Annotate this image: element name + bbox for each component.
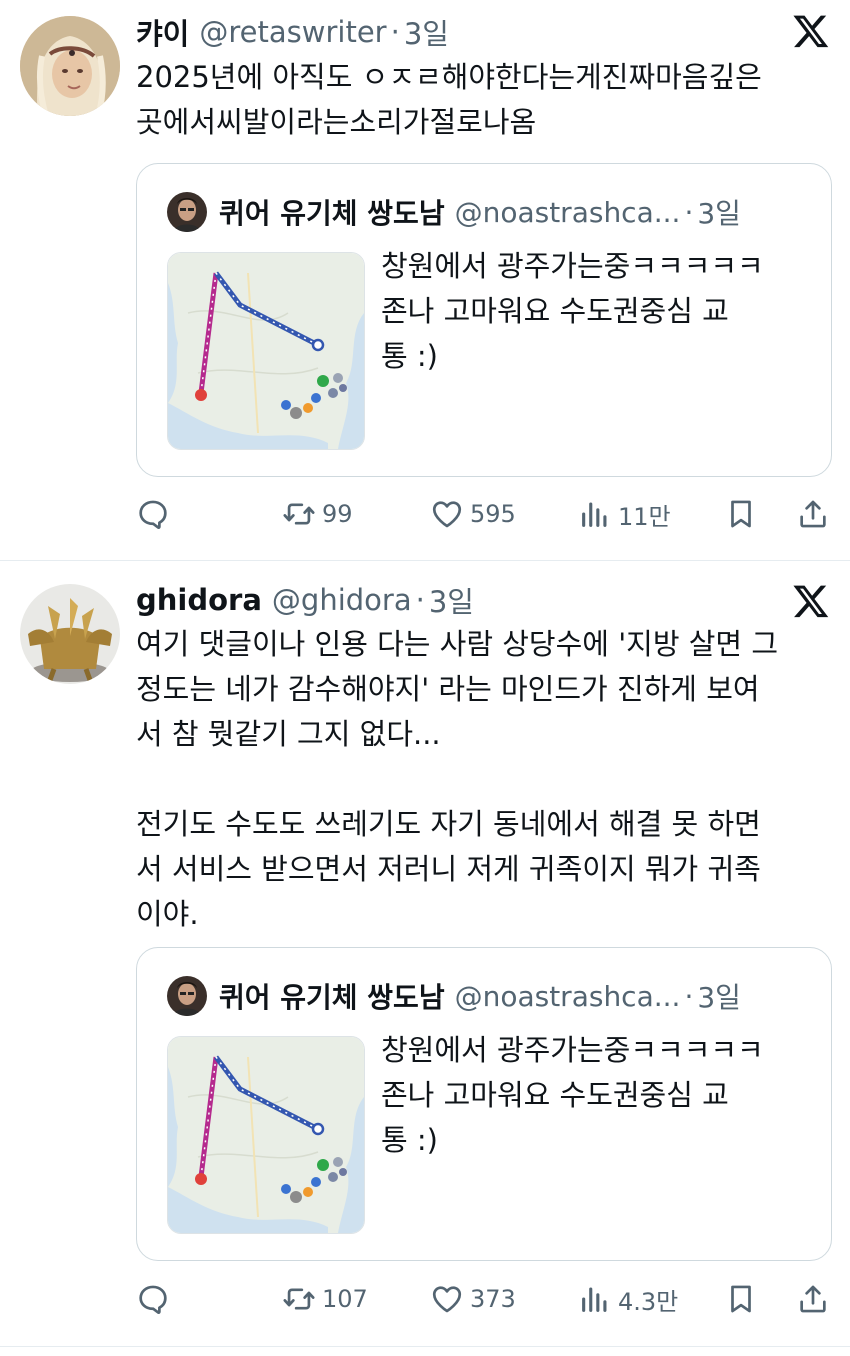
reply-icon — [136, 1282, 170, 1316]
share-icon — [796, 1282, 830, 1316]
avatar[interactable] — [20, 16, 120, 116]
quoted-display-name[interactable]: 퀴어 유기체 쌍도남 — [219, 192, 445, 232]
avatar[interactable] — [20, 584, 120, 684]
share-icon — [796, 497, 830, 531]
divider — [0, 1346, 850, 1347]
quoted-text: 창원에서 광주가는중ㅋㅋㅋㅋㅋ 존나 고마워요 수도권중심 교 통 :) — [381, 249, 764, 373]
bookmark-icon — [724, 1282, 758, 1316]
separator-dot: · — [684, 195, 694, 229]
heart-icon — [430, 497, 464, 531]
quoted-avatar[interactable] — [167, 976, 207, 1016]
map-thumbnail[interactable] — [167, 1036, 365, 1234]
divider — [0, 560, 850, 561]
display-name[interactable]: ghidora — [136, 583, 262, 617]
map-thumbnail[interactable] — [167, 252, 365, 450]
x-logo-icon — [792, 582, 830, 620]
separator-dot: · — [415, 583, 425, 617]
tweet-text: 여기 댓글이나 인용 다는 사람 상당수에 '지방 살면 그 정도는 네가 감수… — [136, 627, 778, 931]
quoted-text: 창원에서 광주가는중ㅋㅋㅋㅋㅋ 존나 고마워요 수도권중심 교 통 :) — [381, 1033, 764, 1157]
quoted-tweet[interactable]: 퀴어 유기체 쌍도남 @noastrashca... · 3일 창원에서 광주가… — [136, 163, 832, 477]
retweet-button[interactable]: 99 — [282, 494, 353, 534]
quoted-username[interactable]: @noastrashca... — [455, 196, 681, 229]
bookmark-button[interactable] — [724, 494, 758, 534]
action-bar: 99 595 11만 — [136, 494, 830, 534]
quoted-header: 퀴어 유기체 쌍도남 @noastrashca... · 3일 — [219, 974, 741, 1018]
views-button[interactable]: 4.3만 — [578, 1279, 678, 1319]
reply-button[interactable] — [136, 1279, 170, 1319]
retweet-button[interactable]: 107 — [282, 1279, 368, 1319]
x-logo-icon — [792, 12, 830, 50]
action-bar: 107 373 4.3만 — [136, 1279, 830, 1319]
tweet-header: 캬이 @retaswriter · 3일 — [136, 12, 449, 52]
retweet-count: 99 — [322, 500, 353, 528]
tweet-text: 2025년에 아직도 ㅇㅈㄹ해야한다는게진짜마음깊은 곳에서씨발이라는소리가절로… — [136, 60, 762, 139]
quoted-display-name[interactable]: 퀴어 유기체 쌍도남 — [219, 976, 445, 1016]
tweet-header: ghidora @ghidora · 3일 — [136, 580, 474, 620]
reply-icon — [136, 497, 170, 531]
separator-dot: · — [390, 15, 400, 49]
timestamp[interactable]: 3일 — [404, 11, 449, 53]
quoted-username[interactable]: @noastrashca... — [455, 980, 681, 1013]
share-button[interactable] — [796, 494, 830, 534]
views-icon — [578, 1282, 612, 1316]
tweet[interactable]: ghidora @ghidora · 3일 여기 댓글이나 인용 다는 사람 상… — [0, 562, 850, 1352]
heart-icon — [430, 1282, 464, 1316]
share-button[interactable] — [796, 1279, 830, 1319]
view-count: 4.3만 — [618, 1287, 679, 1316]
reply-button[interactable] — [136, 494, 170, 534]
username[interactable]: @retaswriter — [199, 15, 386, 49]
quoted-avatar[interactable] — [167, 192, 207, 232]
quoted-timestamp[interactable]: 3일 — [697, 976, 741, 1016]
display-name[interactable]: 캬이 — [136, 11, 189, 53]
like-count: 595 — [470, 500, 516, 528]
quoted-header: 퀴어 유기체 쌍도남 @noastrashca... · 3일 — [219, 190, 741, 234]
quoted-tweet[interactable]: 퀴어 유기체 쌍도남 @noastrashca... · 3일 창원에서 광주가… — [136, 947, 832, 1261]
views-icon — [578, 497, 612, 531]
quoted-timestamp[interactable]: 3일 — [697, 192, 741, 232]
like-button[interactable]: 373 — [430, 1279, 516, 1319]
tweet[interactable]: 캬이 @retaswriter · 3일 2025년에 아직도 ㅇㅈㄹ해야한다는… — [0, 0, 850, 560]
retweet-count: 107 — [322, 1285, 368, 1313]
bookmark-button[interactable] — [724, 1279, 758, 1319]
username[interactable]: @ghidora — [272, 583, 412, 617]
retweet-icon — [282, 1282, 316, 1316]
like-button[interactable]: 595 — [430, 494, 516, 534]
view-count: 11만 — [618, 502, 671, 531]
bookmark-icon — [724, 497, 758, 531]
retweet-icon — [282, 497, 316, 531]
separator-dot: · — [684, 979, 694, 1013]
like-count: 373 — [470, 1285, 516, 1313]
views-button[interactable]: 11만 — [578, 494, 671, 534]
timestamp[interactable]: 3일 — [429, 579, 474, 621]
